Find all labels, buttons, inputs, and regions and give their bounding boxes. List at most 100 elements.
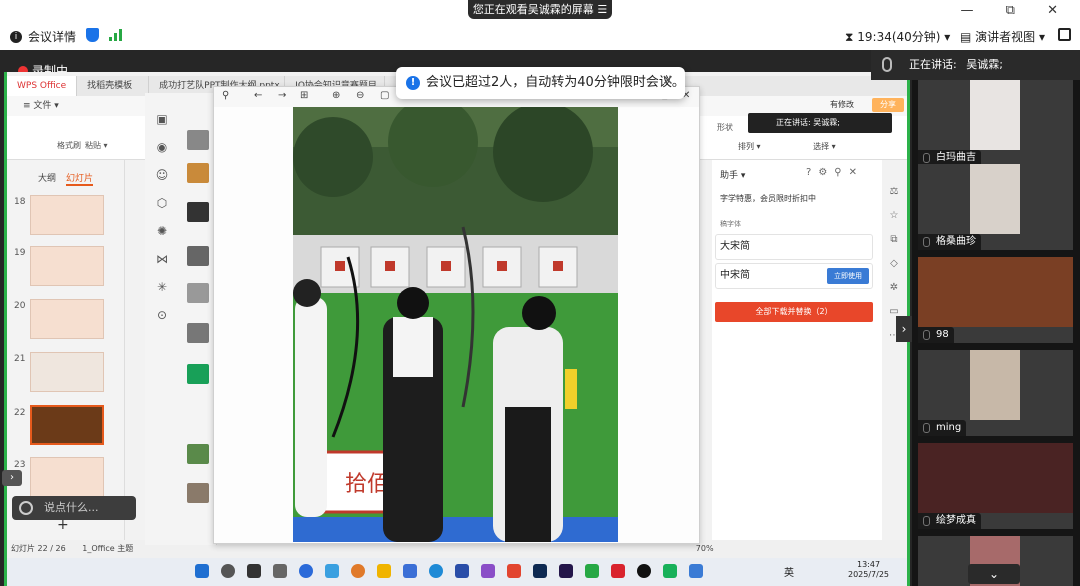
select-button[interactable]: 选择 ▾	[813, 142, 836, 151]
add-slide-icon[interactable]: +	[57, 517, 69, 533]
filter-icon[interactable]: ⚖	[884, 180, 904, 204]
shape-icon[interactable]: ◇	[884, 252, 904, 276]
forward-icon[interactable]: →	[278, 90, 286, 101]
fullscreen-icon[interactable]	[1058, 28, 1071, 41]
download-all-button[interactable]: 全部下载并替换（2）	[715, 302, 873, 322]
app-icon[interactable]	[429, 564, 443, 578]
cube-icon[interactable]: ⬡	[152, 189, 172, 217]
network-signal-icon[interactable]	[109, 29, 123, 41]
restore-icon[interactable]: ⧉	[1006, 3, 1029, 18]
app-icon[interactable]	[325, 564, 339, 578]
share-button[interactable]: 分享	[872, 98, 904, 112]
meeting-info-button[interactable]: i 会议详情	[10, 28, 76, 45]
tab-outline[interactable]: 大纲	[38, 171, 56, 186]
chevron-down-icon[interactable]: ⌄	[968, 564, 1020, 584]
pin-icon[interactable]: ⚲	[834, 167, 848, 178]
arrange-button[interactable]: 排列 ▾	[738, 142, 761, 151]
grid-icon[interactable]: ⊞	[300, 90, 308, 101]
pin-icon[interactable]: ⚲	[222, 90, 229, 101]
participant-tile[interactable]: 98	[918, 257, 1073, 343]
participant-tile[interactable]: 白玛曲吉	[918, 80, 1073, 166]
app-icon[interactable]	[585, 564, 599, 578]
use-now-button[interactable]: 立即使用	[827, 268, 869, 284]
participant-tile[interactable]: 格桑曲珍	[918, 164, 1073, 250]
app-icon[interactable]	[637, 564, 651, 578]
system-clock[interactable]: 13:47 2025/7/25	[848, 560, 889, 580]
browser-icon[interactable]	[299, 564, 313, 578]
tab-template[interactable]: 找稻壳模板	[77, 76, 150, 96]
slide-thumbnail[interactable]	[30, 246, 104, 286]
emoji-icon[interactable]	[19, 501, 33, 515]
chat-thumbnail[interactable]	[187, 246, 209, 266]
aperture-icon[interactable]: ✺	[152, 217, 172, 245]
chat-thumbnail[interactable]	[187, 163, 209, 183]
chevron-right-icon[interactable]: ›	[896, 316, 912, 342]
app-icon[interactable]	[351, 564, 365, 578]
chat-thumbnail[interactable]	[187, 202, 209, 222]
search-icon[interactable]	[221, 564, 235, 578]
meeting-app-icon[interactable]	[689, 564, 703, 578]
wechat-icon[interactable]	[663, 564, 677, 578]
chat-thumbnail[interactable]	[187, 364, 209, 384]
after-effects-icon[interactable]	[559, 564, 573, 578]
back-icon[interactable]: ←	[254, 90, 262, 101]
close-icon[interactable]: ✕	[849, 167, 864, 178]
windows-start-icon[interactable]	[195, 564, 209, 578]
theme-name[interactable]: 1_Office 主题	[82, 544, 133, 553]
security-shield-icon[interactable]	[86, 28, 99, 42]
slide-thumbnail[interactable]	[30, 299, 104, 339]
view-mode-dropdown[interactable]: ▤ 演讲者视图 ▾	[960, 28, 1045, 45]
format-painter-button[interactable]: 格式刷	[57, 140, 81, 151]
slide-thumbnail[interactable]	[30, 352, 104, 392]
photoshop-icon[interactable]	[533, 564, 547, 578]
mini-program-icon[interactable]: ⊙	[152, 301, 172, 329]
butterfly-icon[interactable]: ⋈	[152, 245, 172, 273]
contacts-icon[interactable]: ☺	[152, 161, 172, 189]
minimize-icon[interactable]: —	[961, 3, 988, 18]
participant-tile[interactable]: ming	[918, 350, 1073, 436]
app-icon[interactable]	[403, 564, 417, 578]
chat-thumbnail[interactable]	[187, 283, 209, 303]
slide-thumbnail-selected[interactable]	[30, 405, 104, 445]
blue-mat	[293, 517, 618, 542]
app-icon[interactable]	[507, 564, 521, 578]
folder-icon[interactable]	[377, 564, 391, 578]
app-icon[interactable]	[455, 564, 469, 578]
chevron-right-icon[interactable]: ›	[2, 470, 22, 486]
wps-icon[interactable]	[611, 564, 625, 578]
gear-icon[interactable]: ⚙	[818, 167, 834, 178]
sparkle-icon[interactable]: ✳	[152, 273, 172, 301]
magic-icon[interactable]: ✲	[884, 276, 904, 300]
chat-thumbnail[interactable]	[187, 483, 209, 503]
layers-icon[interactable]: ⧉	[884, 228, 904, 252]
zoom-level[interactable]: 70%	[696, 544, 714, 553]
task-view-icon[interactable]	[247, 564, 261, 578]
slide-thumbnail[interactable]	[30, 195, 104, 235]
zoom-in-icon[interactable]: ⊕	[332, 90, 340, 101]
assistant-title[interactable]: 助手 ▾	[720, 168, 745, 181]
close-icon[interactable]: ✕	[1047, 3, 1072, 18]
chat-thumbnail[interactable]	[187, 444, 209, 464]
paste-button[interactable]: 粘贴 ▾	[85, 140, 108, 151]
chat-icon[interactable]: ◉	[152, 133, 172, 161]
shape-tab[interactable]: 形状	[717, 122, 733, 133]
slide-thumbnail[interactable]	[30, 457, 104, 497]
help-icon[interactable]: ?	[806, 167, 818, 178]
avatar[interactable]: ▣	[152, 105, 172, 133]
share-menu-icon[interactable]: ☰	[597, 3, 607, 16]
chat-thumbnail[interactable]	[187, 323, 209, 343]
star-icon[interactable]: ☆	[884, 204, 904, 228]
close-icon[interactable]: ✕	[662, 73, 674, 89]
participant-tile[interactable]: 绘梦成真	[918, 443, 1073, 529]
input-method-indicator[interactable]: 英	[784, 564, 794, 579]
screen-share-banner[interactable]: 您正在观看吴诚霖的屏幕 ☰	[468, 0, 612, 19]
actual-size-icon[interactable]: ▢	[380, 90, 389, 101]
font-option[interactable]: 大宋简	[715, 234, 873, 260]
zoom-out-icon[interactable]: ⊖	[356, 90, 364, 101]
app-icon[interactable]	[481, 564, 495, 578]
app-icon[interactable]	[273, 564, 287, 578]
chat-thumbnail[interactable]	[187, 130, 209, 150]
meeting-timer[interactable]: ⧗ 19:34(40分钟) ▾	[845, 28, 950, 45]
tab-wps-office[interactable]: WPS Office	[7, 76, 78, 96]
tab-slides[interactable]: 幻灯片	[66, 171, 94, 186]
